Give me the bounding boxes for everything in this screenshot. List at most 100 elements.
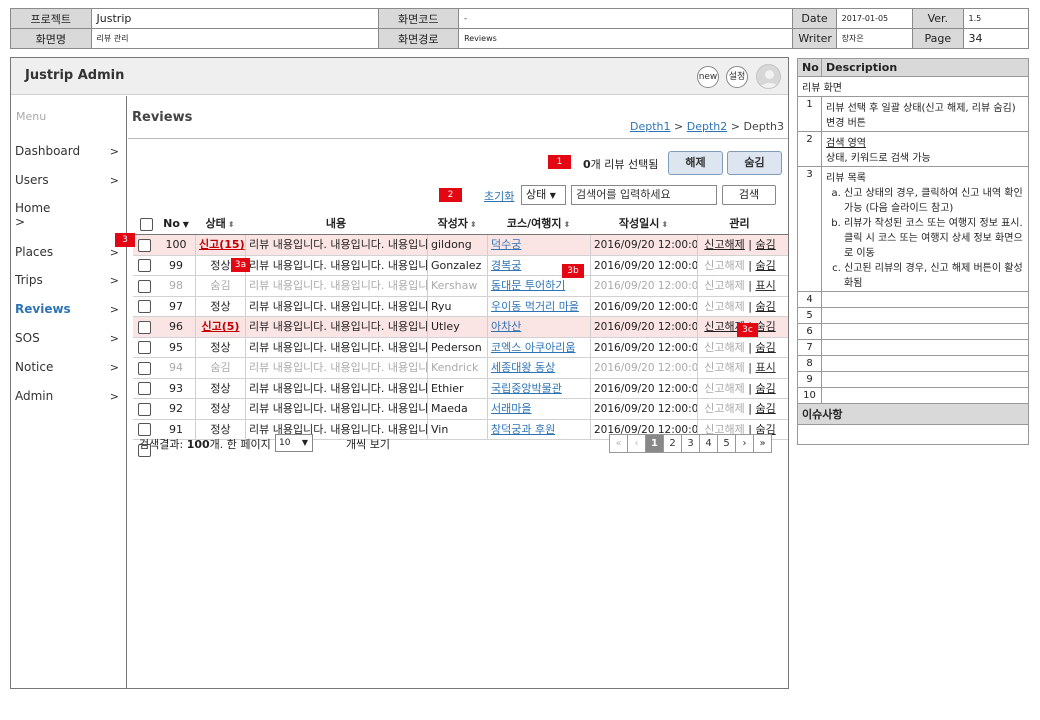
show-link[interactable]: 표시 [755, 279, 775, 292]
sidebar-item-reviews[interactable]: Reviews > [15, 302, 123, 316]
hide-link[interactable]: 숨김 [755, 320, 775, 333]
release-report-button[interactable]: 해제 [668, 151, 723, 175]
sort-icon: ⬍ [661, 220, 669, 229]
sidebar-item-home[interactable]: Home > [15, 201, 123, 229]
first-page-button[interactable]: « [609, 434, 628, 453]
row-checkbox[interactable] [138, 259, 151, 272]
cell-course: 국립중앙박물관 [487, 378, 590, 398]
select-all-checkbox[interactable] [139, 217, 153, 231]
row-checkbox[interactable] [138, 279, 151, 293]
settings-button[interactable]: 설정 [726, 66, 748, 88]
sidebar-item-users[interactable]: Users > [15, 173, 123, 187]
desc-item-no: 3 [797, 166, 822, 292]
sort-icon: ⬍ [563, 220, 571, 229]
hide-link[interactable]: 숨김 [755, 300, 775, 313]
prev-page-button[interactable]: ‹ [627, 434, 646, 453]
sort-down-icon: ▼ [179, 220, 189, 229]
last-page-button[interactable]: » [753, 434, 772, 453]
per-page-select[interactable]: 10 ▼ [275, 434, 313, 452]
cell-status: 정상 [195, 399, 245, 419]
header-no[interactable]: No ▼ [157, 213, 195, 234]
course-link[interactable]: 덕수궁 [491, 238, 521, 251]
cell-author: Maeda [427, 399, 487, 419]
writer-value: 장자은 [835, 28, 914, 49]
course-link[interactable]: 동대문 투어하기 [491, 279, 565, 292]
report-link[interactable]: 신고(5) [202, 320, 240, 333]
report-link[interactable]: 신고(15) [199, 238, 245, 251]
course-link[interactable]: 경복궁 [491, 259, 521, 272]
breadcrumb: Depth1 > Depth2 > Depth3 [630, 120, 784, 133]
course-link[interactable]: 국립중앙박물관 [491, 382, 562, 395]
page-button[interactable]: 5 [717, 434, 736, 453]
row-checkbox[interactable] [138, 402, 151, 416]
row-checkbox-cell [133, 297, 157, 317]
result-summary: 검색결과: 100개. 한 페이지 [139, 436, 271, 452]
sidebar-item-dashboard[interactable]: Dashboard > [15, 144, 123, 158]
page-button[interactable]: 2 [663, 434, 682, 453]
header-author[interactable]: 작성자 ⬍ [427, 213, 487, 234]
release-report-disabled: 신고해제 [704, 361, 745, 374]
cell-date: 2016/09/20 12:00:00 [590, 358, 697, 378]
search-input[interactable]: 검색어를 입력하세요 [571, 185, 717, 205]
course-link[interactable]: 코엑스 아쿠아리움 [491, 341, 575, 354]
project-value: Justrip [90, 8, 379, 29]
cell-status: 숨김 [195, 358, 245, 378]
screen-code-label: 화면코드 [377, 8, 460, 29]
desc-item-text: 리뷰 목록 [826, 173, 866, 184]
page-button[interactable]: 3 [681, 434, 700, 453]
desc-item-empty [821, 387, 1029, 404]
cell-course: 아차산 [487, 317, 590, 337]
page-button[interactable]: 4 [699, 434, 718, 453]
course-link[interactable]: 아차산 [491, 320, 521, 333]
row-checkbox[interactable] [138, 320, 151, 334]
header-status[interactable]: 상태 ⬍ [195, 213, 245, 234]
header-date[interactable]: 작성일시 ⬍ [590, 213, 697, 234]
avatar[interactable] [756, 64, 781, 89]
hide-link[interactable]: 숨김 [755, 382, 775, 395]
status-select[interactable]: 상태 ▼ [521, 185, 566, 205]
course-link[interactable]: 창덕궁과 후원 [491, 423, 555, 436]
new-button[interactable]: new [697, 66, 719, 88]
desc-item-no: 10 [797, 387, 822, 404]
sidebar-item-admin[interactable]: Admin > [15, 389, 123, 403]
per-page-suffix: 개씩 보기 [346, 438, 390, 451]
desc-item-text: 상태, 키워드로 검색 가능 [826, 153, 931, 164]
breadcrumb-depth1[interactable]: Depth1 [630, 120, 671, 133]
per-page-value: 10 [279, 438, 291, 448]
cell-date: 2016/09/20 12:00:00 [590, 255, 697, 275]
page-button[interactable]: 1 [645, 434, 664, 453]
hide-link[interactable]: 숨김 [755, 259, 775, 272]
screen-name-value: 리뷰 관리 [90, 28, 379, 49]
cell-status: 정상 [195, 296, 245, 316]
row-checkbox-cell [133, 235, 157, 255]
sidebar-item-notice[interactable]: Notice > [15, 360, 123, 374]
cell-course: 동대문 투어하기 [487, 276, 590, 296]
hide-link[interactable]: 숨김 [755, 341, 775, 354]
course-link[interactable]: 서래마을 [491, 402, 531, 415]
row-checkbox[interactable] [138, 423, 151, 436]
row-checkbox[interactable] [138, 361, 151, 375]
hide-link[interactable]: 숨김 [755, 402, 775, 415]
row-checkbox[interactable] [138, 238, 151, 252]
row-checkbox[interactable] [138, 382, 151, 395]
search-button[interactable]: 검색 [722, 185, 776, 205]
sidebar-item-trips[interactable]: Trips > [15, 273, 123, 287]
next-page-button[interactable]: › [735, 434, 754, 453]
cell-no: 95 [169, 340, 183, 354]
reset-link[interactable]: 초기화 [484, 188, 514, 204]
hide-button[interactable]: 숨김 [727, 151, 782, 175]
course-link[interactable]: 우이동 먹거리 마을 [491, 300, 579, 313]
cell-author: Ryu [427, 296, 487, 316]
sidebar-item-sos[interactable]: SOS > [15, 331, 123, 345]
cell-manage: 신고해제 | 숨김 [697, 255, 782, 275]
row-checkbox[interactable] [138, 341, 151, 354]
course-link[interactable]: 세종대왕 동상 [491, 361, 555, 374]
release-report-link[interactable]: 신고해제 [704, 238, 744, 251]
show-link[interactable]: 표시 [755, 361, 775, 374]
row-checkbox[interactable] [138, 300, 151, 313]
breadcrumb-depth2[interactable]: Depth2 [687, 120, 728, 133]
header-course[interactable]: 코스/여행지 ⬍ [487, 213, 590, 234]
table-row: 95 정상 리뷰 내용입니다. 내용입니다. 내용입니다. Pederson 코… [133, 337, 788, 358]
hide-link[interactable]: 숨김 [755, 238, 775, 251]
sidebar-item-places[interactable]: Places > [15, 245, 123, 259]
